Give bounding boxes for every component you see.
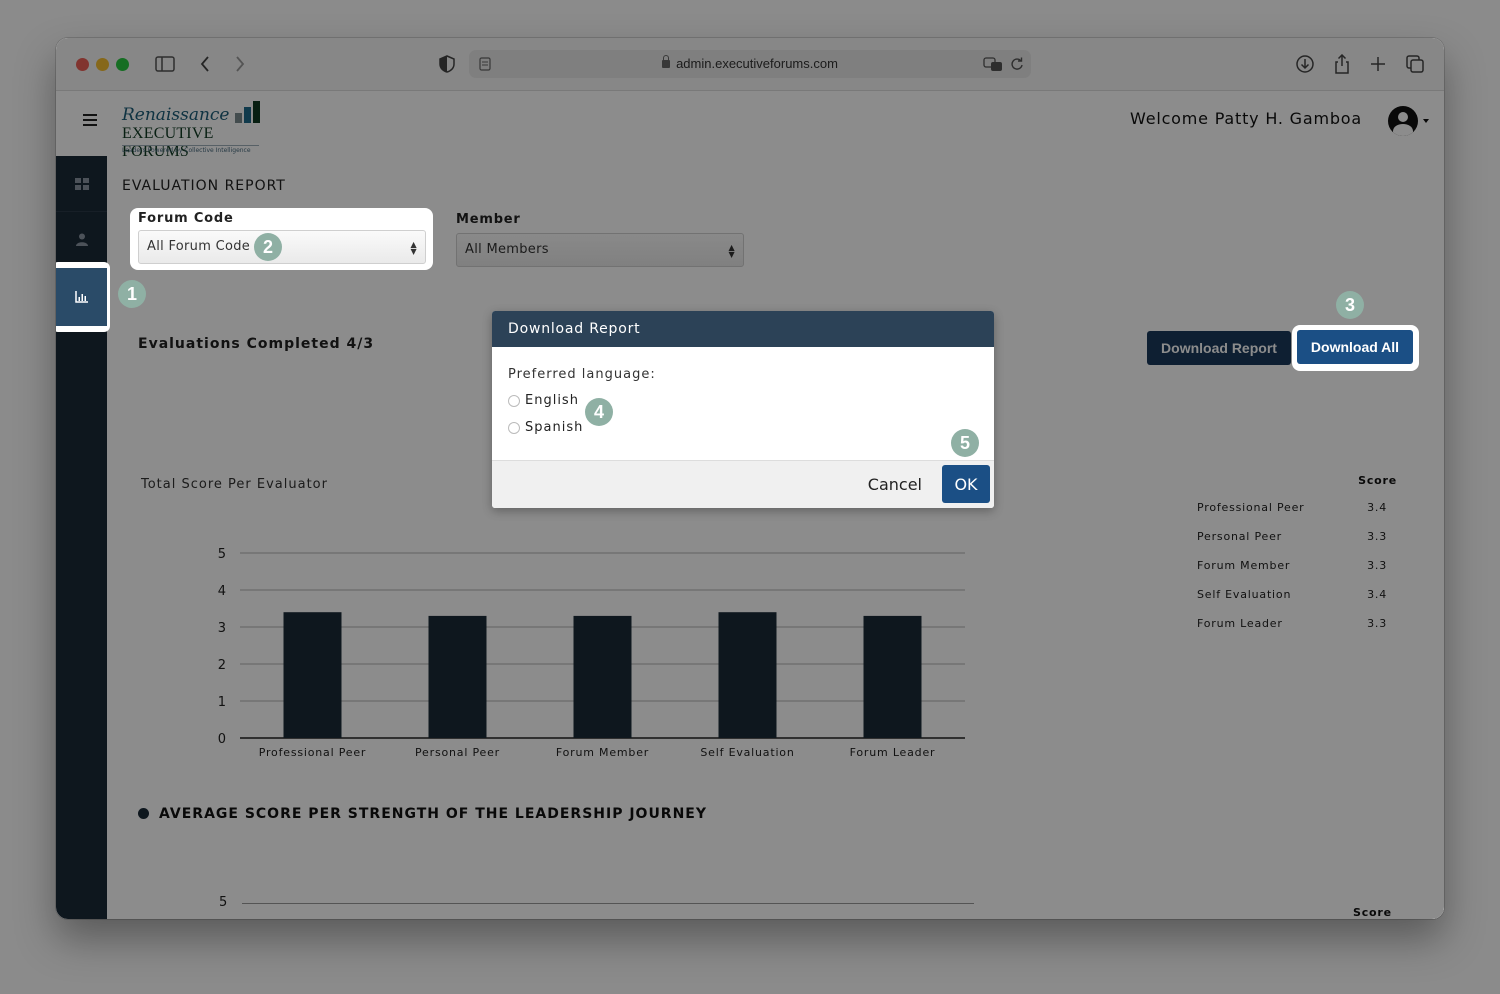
ok-button[interactable]: OK — [942, 465, 990, 503]
cancel-button[interactable]: Cancel — [868, 475, 922, 494]
download-report-modal: Download Report Preferred language: Engl… — [492, 311, 994, 508]
annotation-badge-5: 5 — [951, 429, 979, 457]
highlight-sidebar-reports — [56, 262, 110, 332]
sidebar-item-reports-highlighted[interactable] — [56, 268, 107, 326]
radio-english-label: English — [525, 393, 579, 408]
radio-english-input[interactable] — [508, 394, 520, 407]
highlight-forum-code: Forum Code All Forum Code ▲ ▼ — [130, 208, 433, 270]
modal-body: Preferred language: English Spanish — [492, 347, 994, 460]
browser-window: admin.executiveforums.com Renaissance EX… — [56, 38, 1444, 919]
highlight-download-all: Download All — [1292, 325, 1419, 371]
download-all-button-highlighted[interactable]: Download All — [1297, 330, 1413, 364]
annotation-badge-4: 4 — [585, 398, 613, 426]
radio-spanish[interactable]: Spanish — [508, 420, 583, 435]
modal-title: Download Report — [492, 311, 994, 347]
radio-spanish-input[interactable] — [508, 421, 520, 434]
annotation-badge-2: 2 — [254, 233, 282, 261]
modal-footer: Cancel OK — [492, 460, 994, 508]
radio-spanish-label: Spanish — [525, 420, 584, 435]
preferred-language-label: Preferred language: — [508, 367, 656, 382]
forum-code-label: Forum Code — [138, 211, 234, 226]
bar-chart-icon — [74, 291, 88, 303]
annotation-badge-1: 1 — [118, 280, 146, 308]
select-arrows-icon: ▲▼ — [410, 240, 417, 256]
radio-english[interactable]: English — [508, 393, 579, 408]
forum-code-select-highlighted[interactable]: All Forum Code ▲ ▼ — [138, 230, 426, 264]
annotation-badge-3: 3 — [1336, 291, 1364, 319]
forum-code-value: All Forum Code — [147, 239, 251, 254]
